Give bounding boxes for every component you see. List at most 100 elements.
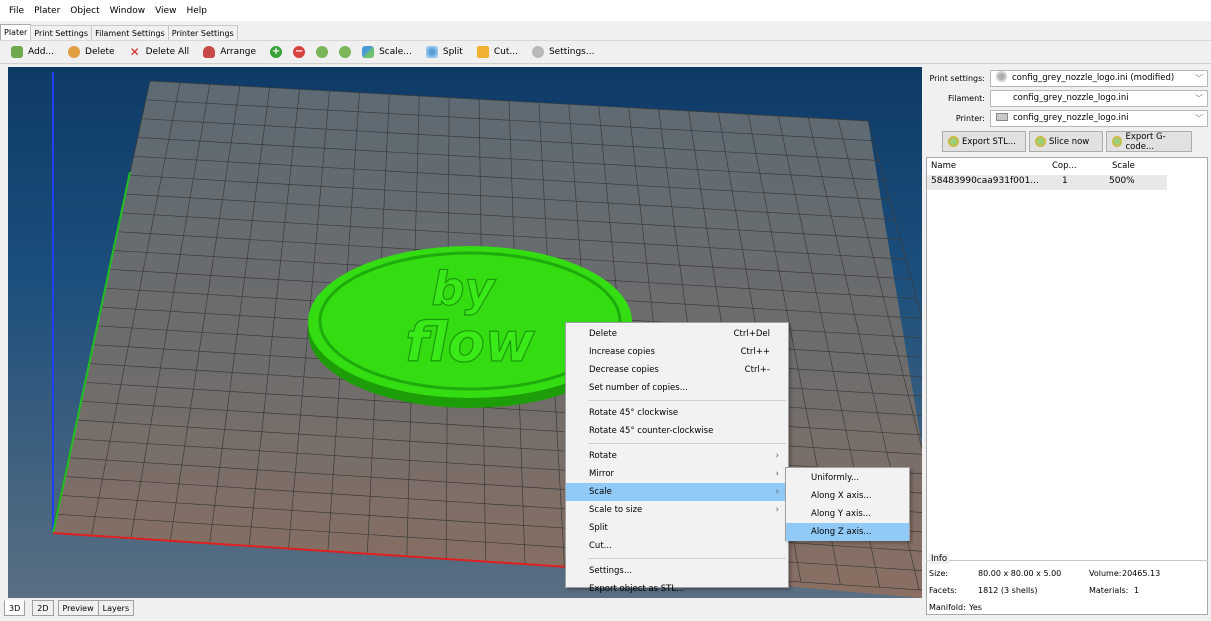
- red-x-icon: ✕: [129, 45, 140, 59]
- settings-label: Settings...: [548, 47, 595, 57]
- menu-plater[interactable]: Plater: [29, 6, 65, 16]
- col-copies[interactable]: Cop...: [1052, 161, 1077, 171]
- arrange-button[interactable]: Arrange: [198, 43, 261, 62]
- size-label: Size:: [929, 569, 949, 578]
- tab-3d[interactable]: 3D: [4, 600, 26, 616]
- context-menu-item[interactable]: Rotate 45° clockwise: [566, 404, 788, 422]
- export-icon: [1112, 136, 1123, 147]
- cut-icon: [476, 46, 489, 58]
- export-gcode-button[interactable]: Export G-code...: [1106, 131, 1192, 152]
- object-context-menu: Delete Ctrl+Del Increase copies Ctrl++ Decre…: [565, 322, 789, 594]
- menu-separator: [588, 400, 786, 401]
- filament-value: config_grey_nozzle_logo.ini: [1013, 93, 1129, 103]
- cut-button[interactable]: Cut...: [472, 43, 523, 62]
- context-menu-shortcut: Ctrl+-: [744, 365, 770, 375]
- scale-submenu-item[interactable]: Along Z axis...: [786, 523, 909, 541]
- context-menu-item-label: Split: [589, 523, 608, 533]
- tab-filament-settings[interactable]: Filament Settings: [91, 25, 169, 40]
- tab-plater[interactable]: Plater: [0, 24, 32, 40]
- context-menu-item[interactable]: Rotate ›: [566, 447, 788, 465]
- context-menu-item[interactable]: Set number of copies...: [566, 379, 788, 397]
- scale-submenu: Uniformly... Along X axis... Along Y axis.…: [785, 467, 910, 541]
- model-text-flow: flow: [405, 311, 536, 374]
- context-menu-item[interactable]: Increase copies Ctrl++: [566, 343, 788, 361]
- chevron-right-icon: ›: [775, 451, 779, 461]
- decrease-copies-button[interactable]: −: [288, 43, 311, 62]
- print-settings-select[interactable]: config_grey_nozzle_logo.ini (modified) ﹀: [990, 70, 1208, 87]
- context-menu-item-label: Rotate 45° counter-clockwise: [589, 426, 714, 436]
- context-menu-item[interactable]: Delete Ctrl+Del: [566, 325, 788, 343]
- slice-now-button[interactable]: Slice now: [1029, 131, 1103, 152]
- export-stl-button[interactable]: Export STL...: [942, 131, 1026, 152]
- chevron-down-icon: ﹀: [1195, 114, 1203, 123]
- delete-label: Delete: [85, 47, 115, 57]
- print-settings-label: Print settings:: [929, 74, 985, 83]
- context-menu-item-label: Mirror: [589, 469, 615, 479]
- col-name[interactable]: Name: [931, 161, 956, 171]
- menu-separator: [588, 443, 786, 444]
- context-menu-item-label: Cut...: [589, 541, 612, 551]
- print-settings-value: config_grey_nozzle_logo.ini (modified): [1012, 73, 1175, 83]
- tab-layers[interactable]: Layers: [97, 600, 135, 616]
- context-menu-item[interactable]: Cut...: [566, 537, 788, 555]
- context-menu-item[interactable]: Mirror ›: [566, 465, 788, 483]
- context-menu-item-label: Export object as STL...: [589, 584, 685, 594]
- filament-row: Filament: config_grey_nozzle_logo.ini ﹀: [924, 90, 1211, 107]
- chevron-right-icon: ›: [775, 505, 779, 515]
- menu-object[interactable]: Object: [65, 6, 104, 16]
- context-menu-item[interactable]: Settings...: [566, 562, 788, 580]
- tab-preview[interactable]: Preview: [57, 600, 99, 616]
- rotate-right-button[interactable]: [334, 43, 357, 62]
- menu-window[interactable]: Window: [105, 6, 151, 16]
- tab-2d[interactable]: 2D: [32, 600, 54, 616]
- col-scale[interactable]: Scale: [1112, 161, 1135, 171]
- export-icon: [948, 136, 959, 147]
- plater-toolbar: Add... Delete ✕ Delete All Arrange + − S…: [0, 40, 1211, 64]
- delete-button[interactable]: Delete: [63, 43, 120, 62]
- add-icon: [11, 46, 23, 58]
- menu-file[interactable]: File: [4, 6, 29, 16]
- context-menu-shortcut: Ctrl+Del: [733, 329, 770, 339]
- info-box: Info Size: 80.00 x 80.00 x 5.00 Volume: …: [926, 554, 1208, 621]
- printer-icon: [996, 113, 1008, 121]
- split-button[interactable]: Split: [421, 43, 468, 62]
- menu-view[interactable]: View: [150, 6, 181, 16]
- settings-button[interactable]: Settings...: [527, 43, 600, 62]
- context-menu-item[interactable]: Rotate 45° counter-clockwise: [566, 422, 788, 440]
- menu-help[interactable]: Help: [181, 6, 212, 16]
- context-menu-item[interactable]: Scale ›: [566, 483, 788, 501]
- context-menu-item[interactable]: Decrease copies Ctrl+-: [566, 361, 788, 379]
- tab-printer-settings[interactable]: Printer Settings: [167, 25, 238, 40]
- object-list[interactable]: Name Cop... Scale 58483990caa931f001... …: [926, 157, 1208, 615]
- printer-select[interactable]: config_grey_nozzle_logo.ini ﹀: [990, 110, 1208, 127]
- context-menu-item-label: Decrease copies: [589, 365, 659, 375]
- arrange-label: Arrange: [220, 47, 257, 57]
- scale-submenu-item[interactable]: Along Y axis...: [786, 505, 909, 523]
- increase-copies-button[interactable]: +: [265, 43, 288, 62]
- manifold-value: Yes: [969, 603, 982, 612]
- printer-label: Printer:: [955, 114, 985, 123]
- menu-bar: File Plater Object Window View Help: [0, 0, 1211, 21]
- scale-submenu-item[interactable]: Uniformly...: [786, 469, 909, 487]
- right-panel: Print settings: config_grey_nozzle_logo.…: [924, 67, 1211, 621]
- context-menu-item[interactable]: Export object as STL...: [566, 580, 788, 598]
- delete-all-label: Delete All: [145, 47, 190, 57]
- export-gcode-label: Export G-code...: [1125, 131, 1166, 152]
- scale-button[interactable]: Scale...: [357, 43, 417, 62]
- scale-submenu-item[interactable]: Along X axis...: [786, 487, 909, 505]
- rotate-left-button[interactable]: [311, 43, 334, 62]
- facets-value: 1812 (3 shells): [978, 586, 1038, 595]
- size-value: 80.00 x 80.00 x 5.00: [978, 569, 1062, 578]
- table-row[interactable]: 58483990caa931f001... 1 500%: [927, 175, 1167, 190]
- model-text-by: by: [432, 262, 497, 316]
- tab-print-settings[interactable]: Print Settings: [30, 25, 93, 40]
- rotate-left-icon: [316, 46, 329, 58]
- context-menu-item-label: Rotate: [589, 451, 617, 461]
- add-button[interactable]: Add...: [6, 43, 59, 62]
- context-menu-item[interactable]: Scale to size ›: [566, 501, 788, 519]
- context-menu-item-label: Increase copies: [589, 347, 655, 357]
- delete-all-button[interactable]: ✕ Delete All: [124, 43, 195, 62]
- context-menu-item[interactable]: Split: [566, 519, 788, 537]
- minus-icon: −: [293, 46, 306, 58]
- filament-select[interactable]: config_grey_nozzle_logo.ini ﹀: [990, 90, 1208, 107]
